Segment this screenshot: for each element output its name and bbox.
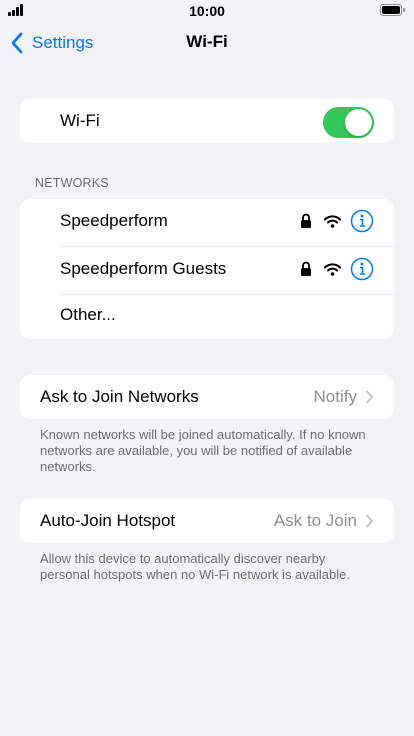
auto-join-group: Auto-Join Hotspot Ask to Join [20,499,394,543]
wifi-signal-icon [324,214,341,228]
networks-section-header: NETWORKS [35,176,109,190]
auto-join-footer: Allow this device to automatically disco… [40,551,350,582]
ask-to-join-label: Ask to Join Networks [40,387,199,406]
navigation-bar: Settings Wi-Fi [0,24,414,64]
wifi-toggle-row: Wi-Fi [20,99,394,143]
network-name: Speedperform Guests [60,259,227,278]
info-icon[interactable] [350,257,374,281]
lock-icon [301,261,311,276]
auto-join-value: Ask to Join [273,511,357,530]
chevron-right-icon [366,390,373,404]
network-name: Speedperform [60,211,168,230]
other-network-row[interactable]: Other... [20,295,394,339]
auto-join-row[interactable]: Auto-Join Hotspot Ask to Join [20,499,394,543]
wifi-toggle[interactable] [323,107,374,138]
auto-join-label: Auto-Join Hotspot [40,511,176,530]
status-time: 10:00 [189,3,225,19]
info-icon[interactable] [350,209,374,233]
wifi-toggle-group: Wi-Fi [20,99,394,143]
ask-to-join-value: Notify [313,387,357,406]
other-network-label: Other... [60,305,116,324]
toggle-knob [345,109,372,136]
wifi-label: Wi-Fi [60,111,100,130]
lock-icon [301,213,311,228]
networks-list: Speedperform Speedperform Guests Other..… [20,199,394,339]
wifi-signal-icon [324,262,341,276]
ask-to-join-group: Ask to Join Networks Notify [20,375,394,419]
network-row[interactable]: Speedperform [20,199,394,247]
page-title: Wi-Fi [186,32,228,51]
network-row[interactable]: Speedperform Guests [20,247,394,295]
ask-to-join-row[interactable]: Ask to Join Networks Notify [20,375,394,419]
status-bar: 10:00 [0,0,414,20]
ask-to-join-footer: Known networks will be joined automatica… [40,427,366,474]
chevron-right-icon [366,514,373,528]
battery-icon [380,4,405,16]
